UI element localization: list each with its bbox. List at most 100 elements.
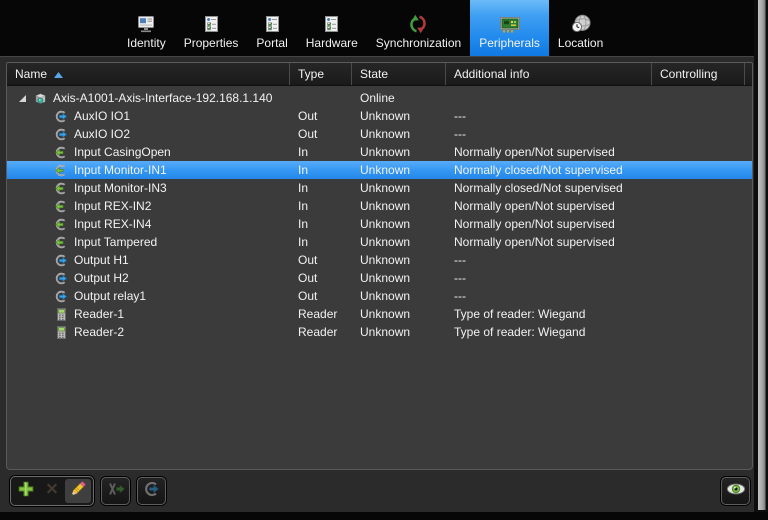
row-additional-info: Normally open/Not supervised [446,235,652,249]
table-row-input-monitor-in1[interactable]: Input Monitor-IN1InUnknownNormally close… [7,161,752,179]
row-name: Reader-1 [74,307,124,321]
associate-button[interactable] [101,477,130,505]
table-row-input-casingopen[interactable]: Input CasingOpenInUnknownNormally open/N… [7,143,752,161]
table-row-auxio-io2[interactable]: AuxIO IO2 OutUnknown--- [7,125,752,143]
row-type: Reader [290,307,352,321]
column-header-label: Additional info [454,67,529,81]
properties-icon [202,8,221,34]
tab-hardware[interactable]: Hardware [297,0,367,56]
row-type: In [290,235,352,249]
plus-icon [17,480,35,503]
row-name: Input Tampered [74,235,157,249]
edit-button[interactable] [65,479,91,503]
row-additional-info: Normally open/Not supervised [446,199,652,213]
row-name: AuxIO IO2 [74,127,130,141]
bottom-toolbar [6,470,753,512]
row-name: Input Monitor-IN1 [74,163,167,177]
output-icon [53,110,69,123]
row-type: Out [290,127,352,141]
table-row-input-monitor-in3[interactable]: Input Monitor-IN3InUnknownNormally close… [7,179,752,197]
row-additional-info: Normally open/Not supervised [446,217,652,231]
row-type: In [290,217,352,231]
row-additional-info: --- [446,127,652,141]
table-row-reader-2[interactable]: Reader-2ReaderUnknownType of reader: Wie… [7,323,752,341]
eye-icon [726,482,746,501]
identity-icon [135,8,157,34]
table-body: Axis-A1001-Axis-Interface-192.168.1.140 O… [7,86,752,341]
table-row-output-h2[interactable]: Output H2OutUnknown--- [7,269,752,287]
tab-label: Location [558,37,603,50]
input-icon [53,182,69,195]
row-additional-info: --- [446,109,652,123]
tab-label: Identity [127,37,166,50]
column-header-name[interactable]: Name [7,63,290,85]
pencil-icon [69,480,87,503]
tree-expander[interactable] [18,94,27,103]
tab-portal[interactable]: Portal [247,0,296,56]
name-cell: Input REX-IN4 [7,217,290,231]
table-row-input-tampered[interactable]: Input Tampered InUnknownNormally open/Not… [7,233,752,251]
row-additional-info: Normally closed/Not supervised [446,181,652,195]
tab-bar: Identity Properties Portal Hardware Synchron… [0,0,768,57]
output-icon [53,128,69,141]
output-icon [53,272,69,285]
row-additional-info: Normally open/Not supervised [446,145,652,159]
row-state: Unknown [352,271,446,285]
peripherals-icon [498,8,522,34]
row-additional-info: --- [446,289,652,303]
tab-label: Peripherals [479,37,540,50]
column-header-label: State [360,67,388,81]
name-cell: Input Monitor-IN1 [7,163,290,177]
table-row-input-rex-in2[interactable]: Input REX-IN2InUnknownNormally open/Not … [7,197,752,215]
tab-label: Portal [256,37,287,50]
tab-identity[interactable]: Identity [118,0,175,56]
io-loop-button[interactable] [137,477,166,505]
row-additional-info: --- [446,271,652,285]
tab-location[interactable]: Location [549,0,612,56]
row-type: In [290,199,352,213]
peripherals-table: NameTypeStateAdditional infoControlling … [6,62,753,470]
column-header-controlling[interactable]: Controlling [652,63,745,85]
row-additional-info: Type of reader: Wiegand [446,307,652,321]
row-name: AuxIO IO1 [74,109,130,123]
row-type: Out [290,109,352,123]
input-icon [53,236,69,249]
name-cell: Output H2 [7,271,290,285]
table-row-output-h1[interactable]: Output H1OutUnknown--- [7,251,752,269]
name-cell: AuxIO IO2 [7,127,290,141]
output-icon [53,254,69,267]
view-button[interactable] [721,477,750,505]
table-row-reader-1[interactable]: Reader-1ReaderUnknownType of reader: Wie… [7,305,752,323]
column-header-state[interactable]: State [352,63,446,85]
row-state: Unknown [352,217,446,231]
add-button[interactable] [13,479,39,503]
table-row-axis-a1001-axis-interface-192-168-1-140[interactable]: Axis-A1001-Axis-Interface-192.168.1.140 O… [7,89,752,107]
location-icon [570,8,592,34]
tab-properties[interactable]: Properties [175,0,248,56]
row-name: Output H2 [74,271,129,285]
row-name: Input CasingOpen [74,145,171,159]
loop-arrow-icon [143,481,160,502]
device-icon [32,92,48,105]
column-header-additional-info[interactable]: Additional info [446,63,652,85]
tab-synchronization[interactable]: Synchronization [367,0,470,56]
tab-peripherals[interactable]: Peripherals [470,0,549,56]
delete-button[interactable] [39,479,65,503]
column-header-type[interactable]: Type [290,63,352,85]
table-row-auxio-io1[interactable]: AuxIO IO1OutUnknown--- [7,107,752,125]
tab-label: Hardware [306,37,358,50]
name-cell: Input Monitor-IN3 [7,181,290,195]
column-header-label: Type [298,67,324,81]
row-name: Output relay1 [74,289,146,303]
table-row-output-relay1[interactable]: Output relay1OutUnknown--- [7,287,752,305]
row-type: Out [290,289,352,303]
input-icon [53,200,69,213]
column-header-label: Controlling [660,67,717,81]
table-row-input-rex-in4[interactable]: Input REX-IN4InUnknownNormally open/Not … [7,215,752,233]
row-state: Unknown [352,127,446,141]
row-state: Online [352,91,446,105]
row-name: Axis-A1001-Axis-Interface-192.168.1.140 [53,91,272,105]
row-state: Unknown [352,235,446,249]
vertical-scrollbar[interactable] [758,0,766,510]
row-type: In [290,181,352,195]
